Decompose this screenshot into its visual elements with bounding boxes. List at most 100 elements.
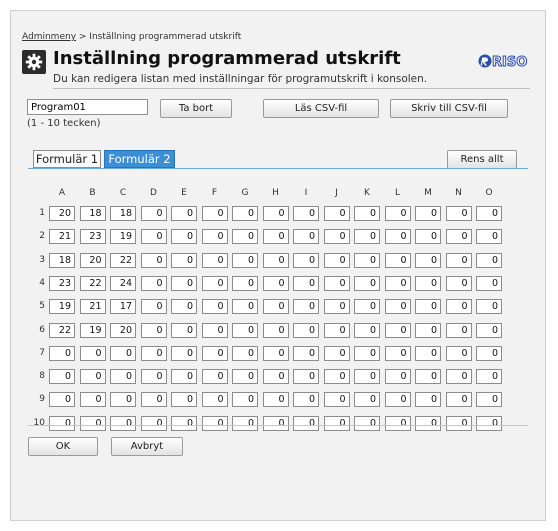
grid-cell-input[interactable]: 0 [415, 322, 441, 338]
grid-cell-input[interactable]: 0 [415, 392, 441, 408]
grid-cell-input[interactable]: 0 [140, 229, 167, 245]
grid-cell-input[interactable]: 0 [49, 392, 75, 408]
grid-cell-input[interactable]: 0 [293, 299, 319, 315]
grid-cell-input[interactable]: 0 [384, 345, 411, 361]
grid-cell-input[interactable]: 0 [354, 252, 380, 268]
grid-cell-input[interactable]: 0 [476, 206, 502, 221]
grid-cell-input[interactable]: 0 [323, 252, 350, 268]
grid-cell-input[interactable]: 0 [232, 369, 258, 385]
grid-cell-input[interactable]: 0 [262, 369, 289, 385]
grid-cell-input[interactable]: 21 [49, 229, 75, 245]
grid-cell-input[interactable]: 0 [232, 275, 258, 291]
grid-cell-input[interactable]: 19 [49, 299, 75, 315]
grid-cell-input[interactable]: 0 [384, 252, 411, 268]
grid-cell-input[interactable]: 0 [201, 369, 228, 385]
grid-cell-input[interactable]: 0 [293, 252, 319, 268]
grid-cell-input[interactable]: 0 [445, 252, 472, 268]
grid-cell-input[interactable]: 0 [232, 322, 258, 338]
grid-cell-input[interactable]: 0 [262, 252, 289, 268]
grid-cell-input[interactable]: 18 [49, 252, 75, 268]
grid-cell-input[interactable]: 0 [140, 299, 167, 315]
grid-cell-input[interactable]: 0 [415, 345, 441, 361]
grid-cell-input[interactable]: 20 [79, 252, 106, 268]
grid-cell-input[interactable]: 0 [232, 229, 258, 245]
grid-cell-input[interactable]: 0 [415, 252, 441, 268]
grid-cell-input[interactable]: 0 [323, 275, 350, 291]
grid-cell-input[interactable]: 0 [262, 322, 289, 338]
grid-cell-input[interactable]: 0 [49, 345, 75, 361]
grid-cell-input[interactable]: 0 [171, 369, 197, 385]
grid-cell-input[interactable]: 0 [232, 415, 258, 431]
grid-cell-input[interactable]: 0 [323, 229, 350, 245]
grid-cell-input[interactable]: 0 [140, 252, 167, 268]
breadcrumb-admin-menu-link[interactable]: Adminmeny [22, 32, 76, 42]
grid-cell-input[interactable]: 0 [79, 369, 106, 385]
grid-cell-input[interactable]: 0 [201, 229, 228, 245]
grid-cell-input[interactable]: 0 [445, 345, 472, 361]
grid-cell-input[interactable]: 0 [476, 252, 502, 268]
grid-cell-input[interactable]: 0 [262, 415, 289, 431]
grid-cell-input[interactable]: 0 [323, 415, 350, 431]
grid-cell-input[interactable]: 20 [49, 206, 75, 221]
grid-cell-input[interactable]: 0 [354, 369, 380, 385]
program-name-input[interactable] [27, 99, 148, 115]
grid-cell-input[interactable]: 0 [262, 275, 289, 291]
tab-form-2[interactable]: Formulär 2 [104, 150, 175, 168]
grid-cell-input[interactable]: 0 [354, 392, 380, 408]
grid-cell-input[interactable]: 23 [79, 229, 106, 245]
grid-cell-input[interactable]: 0 [445, 415, 472, 431]
grid-cell-input[interactable]: 0 [293, 369, 319, 385]
grid-cell-input[interactable]: 0 [384, 229, 411, 245]
grid-cell-input[interactable]: 0 [293, 415, 319, 431]
grid-cell-input[interactable]: 0 [262, 206, 289, 221]
grid-cell-input[interactable]: 0 [201, 392, 228, 408]
grid-cell-input[interactable]: 0 [110, 345, 136, 361]
grid-cell-input[interactable]: 0 [445, 369, 472, 385]
grid-cell-input[interactable]: 18 [110, 206, 136, 221]
grid-cell-input[interactable]: 0 [384, 392, 411, 408]
grid-cell-input[interactable]: 0 [415, 415, 441, 431]
grid-cell-input[interactable]: 0 [445, 322, 472, 338]
grid-cell-input[interactable]: 0 [201, 252, 228, 268]
grid-cell-input[interactable]: 17 [110, 299, 136, 315]
grid-cell-input[interactable]: 0 [262, 392, 289, 408]
grid-cell-input[interactable]: 0 [445, 229, 472, 245]
grid-cell-input[interactable]: 0 [476, 369, 502, 385]
ok-button[interactable]: OK [28, 437, 98, 456]
grid-cell-input[interactable]: 0 [171, 252, 197, 268]
grid-cell-input[interactable]: 0 [201, 299, 228, 315]
grid-cell-input[interactable]: 0 [171, 415, 197, 431]
grid-cell-input[interactable]: 0 [140, 392, 167, 408]
grid-cell-input[interactable]: 20 [110, 322, 136, 338]
grid-cell-input[interactable]: 0 [354, 345, 380, 361]
grid-cell-input[interactable]: 0 [262, 345, 289, 361]
grid-cell-input[interactable]: 0 [171, 229, 197, 245]
grid-cell-input[interactable]: 0 [323, 322, 350, 338]
grid-cell-input[interactable]: 0 [232, 345, 258, 361]
grid-cell-input[interactable]: 0 [140, 275, 167, 291]
grid-cell-input[interactable]: 0 [171, 206, 197, 221]
grid-cell-input[interactable]: 0 [171, 345, 197, 361]
grid-cell-input[interactable]: 0 [110, 369, 136, 385]
grid-cell-input[interactable]: 0 [476, 299, 502, 315]
grid-cell-input[interactable]: 0 [293, 392, 319, 408]
grid-cell-input[interactable]: 0 [445, 299, 472, 315]
grid-cell-input[interactable]: 0 [171, 299, 197, 315]
grid-cell-input[interactable]: 0 [79, 392, 106, 408]
grid-cell-input[interactable]: 0 [415, 369, 441, 385]
grid-cell-input[interactable]: 19 [79, 322, 106, 338]
grid-cell-input[interactable]: 0 [415, 229, 441, 245]
clear-all-button[interactable]: Rens allt [447, 150, 517, 169]
grid-cell-input[interactable]: 0 [201, 345, 228, 361]
grid-cell-input[interactable]: 0 [293, 345, 319, 361]
grid-cell-input[interactable]: 0 [476, 275, 502, 291]
grid-cell-input[interactable]: 0 [415, 206, 441, 221]
grid-cell-input[interactable]: 23 [49, 275, 75, 291]
grid-cell-input[interactable]: 0 [354, 275, 380, 291]
grid-cell-input[interactable]: 0 [79, 345, 106, 361]
grid-cell-input[interactable]: 0 [384, 322, 411, 338]
grid-cell-input[interactable]: 0 [323, 299, 350, 315]
grid-cell-input[interactable]: 0 [140, 415, 167, 431]
grid-cell-input[interactable]: 0 [201, 415, 228, 431]
grid-cell-input[interactable]: 0 [201, 322, 228, 338]
